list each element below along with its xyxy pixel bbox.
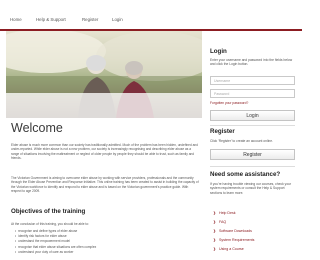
nav-help-support-link[interactable]: Help & Support bbox=[36, 17, 66, 22]
hero-overlay bbox=[6, 93, 202, 118]
password-input[interactable] bbox=[210, 89, 295, 98]
help-text: If you're having trouble viewing our cou… bbox=[210, 182, 292, 195]
intro-paragraph: Elder abuse is much more common than our… bbox=[11, 143, 198, 160]
help-link-system-requirements[interactable]: ❯ System Requirements bbox=[213, 236, 254, 243]
help-link-label: Using a Course bbox=[219, 246, 244, 251]
top-navigation: Home Help & Support Register Login bbox=[0, 0, 302, 30]
login-instructions: Enter your username and password into th… bbox=[210, 58, 293, 67]
objectives-list: recognise and define types of elder abus… bbox=[15, 229, 96, 255]
chevron-right-icon: ❯ bbox=[213, 228, 217, 233]
help-link-label: Help Desk bbox=[219, 210, 236, 215]
sidebar-divider bbox=[210, 166, 295, 167]
register-heading: Register bbox=[210, 128, 235, 135]
page-title: Welcome bbox=[11, 121, 63, 135]
register-button[interactable]: Register bbox=[210, 149, 295, 160]
chevron-right-icon: ❯ bbox=[213, 246, 217, 251]
nav-home-link[interactable]: Home bbox=[10, 17, 22, 22]
intro-paragraph: The Victorian Government is aiming to ov… bbox=[11, 176, 199, 193]
objective-item: understand your duty of care as worker bbox=[15, 250, 96, 255]
help-link-label: System Requirements bbox=[219, 237, 255, 242]
help-link-using-a-course[interactable]: ❯ Using a Course bbox=[213, 245, 244, 252]
login-button[interactable]: Login bbox=[210, 110, 295, 121]
help-link-faq[interactable]: ❯ FAQ bbox=[213, 218, 226, 225]
help-link-label: Software Downloads bbox=[219, 228, 252, 233]
objectives-lead: At the conclusion of this training, you … bbox=[11, 222, 89, 226]
login-heading: Login bbox=[210, 48, 227, 55]
hero-image bbox=[6, 31, 202, 118]
chevron-right-icon: ❯ bbox=[213, 237, 217, 242]
register-instructions: Click 'Register' to create an account on… bbox=[210, 139, 274, 143]
objectives-heading: Objectives of the training bbox=[11, 208, 86, 215]
help-link-software-downloads[interactable]: ❯ Software Downloads bbox=[213, 227, 252, 234]
forgot-password-link[interactable]: Forgotten your password? bbox=[210, 101, 248, 105]
chevron-right-icon: ❯ bbox=[213, 210, 217, 215]
help-link-help-desk[interactable]: ❯ Help Desk bbox=[213, 209, 236, 216]
nav-register-link[interactable]: Register bbox=[82, 17, 98, 22]
chevron-right-icon: ❯ bbox=[213, 219, 217, 224]
help-link-label: FAQ bbox=[219, 219, 227, 224]
username-input[interactable] bbox=[210, 76, 295, 85]
sidebar-divider bbox=[210, 125, 295, 126]
nav-login-link[interactable]: Login bbox=[112, 17, 123, 22]
help-heading: Need some assistance? bbox=[210, 171, 281, 178]
